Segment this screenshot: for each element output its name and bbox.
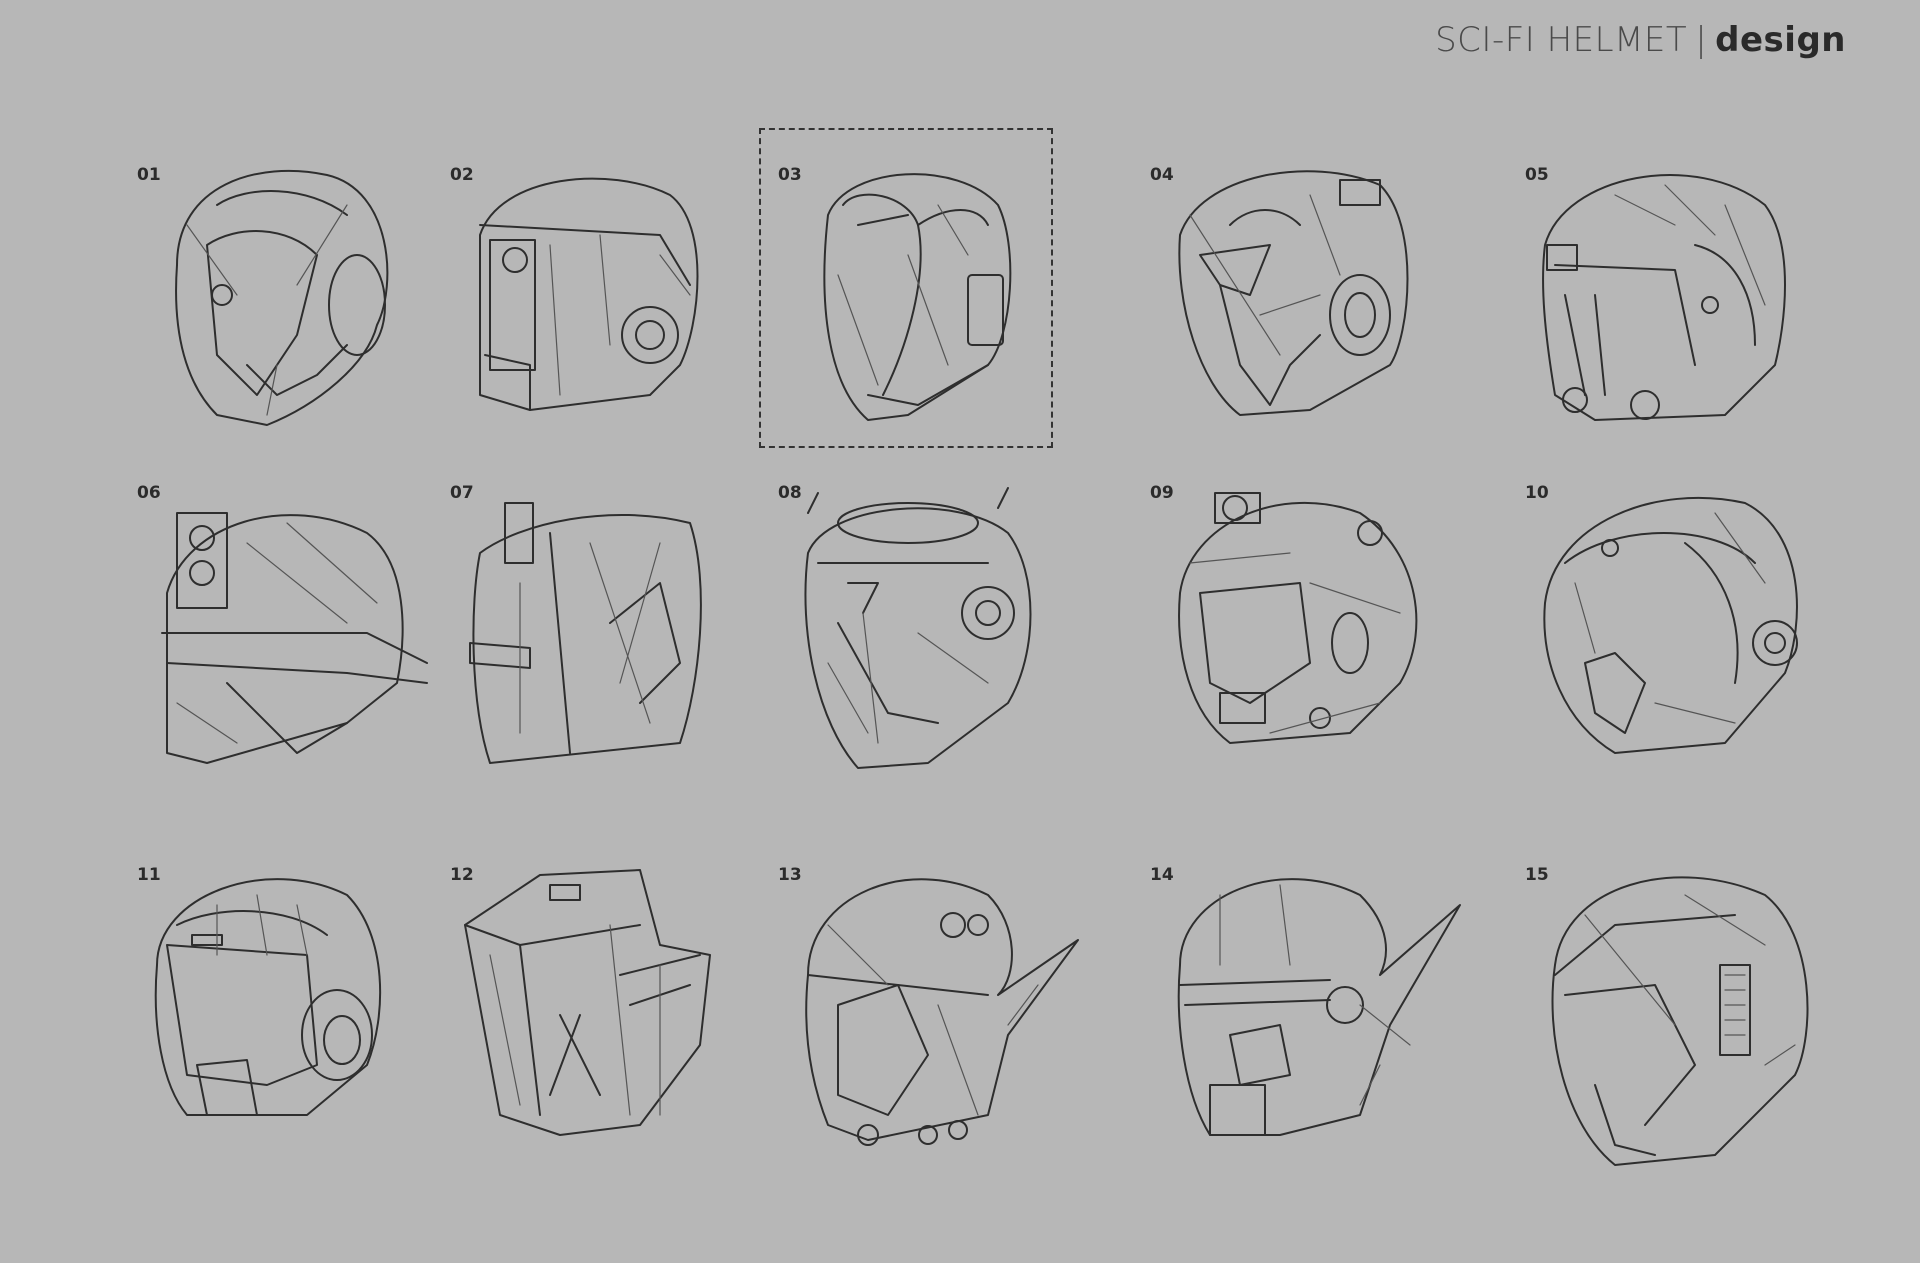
helmet-drawing	[1543, 496, 1798, 754]
helmet-sketch-13[interactable]: 13	[778, 865, 1098, 1165]
helmet-drawing	[175, 169, 389, 426]
helmet-drawing	[1551, 876, 1809, 1166]
title-text: SCI-FI HELMET	[1435, 20, 1688, 60]
helmet-sketch-10[interactable]: 10	[1525, 483, 1845, 783]
helmet-drawing	[805, 878, 1079, 1146]
helmet-sketch-03[interactable]: 03	[778, 165, 1098, 465]
helmet-drawing	[1178, 170, 1409, 416]
helmet-sketch-05[interactable]: 05	[1525, 165, 1845, 465]
helmet-drawing	[1178, 492, 1418, 744]
sketch-sheet: SCI-FI HELMET | design 01 02 03 04 05 06…	[0, 0, 1920, 1263]
helmet-drawing	[464, 869, 711, 1136]
helmet-drawing	[804, 487, 1032, 769]
helmet-sketch-01[interactable]: 01	[137, 165, 457, 465]
helmet-sketch-04[interactable]: 04	[1150, 165, 1470, 465]
helmet-sketch-14[interactable]: 14	[1150, 865, 1470, 1165]
helmet-drawing	[469, 502, 702, 764]
helmet-sketch-15[interactable]: 15	[1525, 865, 1845, 1166]
helmet-drawing	[1177, 878, 1461, 1136]
subtitle-text: design	[1715, 20, 1846, 60]
helmet-drawing	[1542, 174, 1786, 421]
helmet-sketch-06[interactable]: 06	[137, 483, 457, 783]
page-title: SCI-FI HELMET | design	[1435, 20, 1846, 60]
title-separator: |	[1695, 20, 1708, 60]
helmet-sketch-08[interactable]: 08	[778, 483, 1098, 783]
helmet-sketch-09[interactable]: 09	[1150, 483, 1470, 783]
helmet-sketch-02[interactable]: 02	[450, 165, 770, 465]
helmet-sketch-12[interactable]: 12	[450, 865, 770, 1165]
helmet-drawing	[154, 878, 382, 1116]
helmet-drawing	[479, 177, 699, 411]
helmet-drawing	[161, 512, 428, 764]
helmet-drawing	[823, 173, 1012, 421]
helmet-sketch-11[interactable]: 11	[137, 865, 457, 1165]
helmet-sketch-07[interactable]: 07	[450, 483, 770, 783]
